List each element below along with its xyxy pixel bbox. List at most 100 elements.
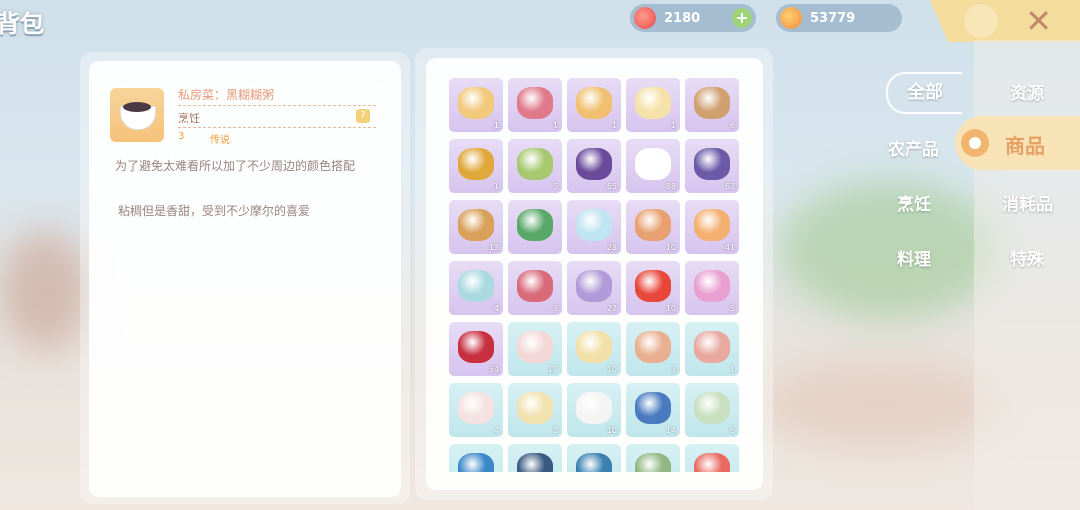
item-icon bbox=[694, 453, 730, 472]
inventory-slot[interactable]: 28 bbox=[567, 200, 621, 254]
tab-goods[interactable]: 商品 bbox=[955, 116, 1080, 170]
item-quantity: 63 bbox=[724, 182, 735, 191]
tab-special[interactable]: 特殊 bbox=[1010, 245, 1044, 270]
item-icon bbox=[458, 87, 494, 119]
help-icon[interactable]: ? bbox=[356, 109, 370, 123]
inventory-slot[interactable]: 27 bbox=[567, 261, 621, 315]
item-quantity: 41 bbox=[724, 243, 735, 252]
item-quantity: 6 bbox=[729, 426, 735, 435]
item-icon bbox=[458, 453, 494, 472]
inventory-slot[interactable]: 10 bbox=[567, 322, 621, 376]
goods-icon bbox=[961, 129, 989, 157]
tab-farm-products[interactable]: 农产品 bbox=[888, 135, 939, 160]
divider bbox=[178, 127, 376, 128]
item-quantity: 1 bbox=[670, 121, 676, 130]
inventory-slot[interactable]: 1 bbox=[449, 78, 503, 132]
item-quantity: 5 bbox=[729, 304, 735, 313]
inventory-slot[interactable]: 3 bbox=[626, 322, 680, 376]
item-quantity: 88 bbox=[665, 182, 676, 191]
inventory-slot[interactable]: 5 bbox=[685, 261, 739, 315]
item-icon bbox=[635, 209, 671, 241]
background-building bbox=[0, 230, 90, 350]
item-icon bbox=[694, 148, 730, 180]
currency-peach: 2180 + bbox=[630, 4, 756, 32]
inventory-slot[interactable]: 1 bbox=[449, 139, 503, 193]
tab-consumables[interactable]: 消耗品 bbox=[1002, 190, 1053, 215]
item-icon bbox=[576, 453, 612, 472]
inventory-slot[interactable]: 10 bbox=[626, 261, 680, 315]
item-quantity: 14 bbox=[665, 426, 676, 435]
item-icon bbox=[517, 392, 553, 424]
item-category: 烹饪 bbox=[178, 112, 200, 125]
porridge-icon bbox=[123, 102, 151, 112]
inventory-slot[interactable] bbox=[508, 200, 562, 254]
background-ground bbox=[760, 360, 1000, 450]
inventory-slot[interactable]: 1 bbox=[508, 78, 562, 132]
item-detail-icon bbox=[110, 88, 164, 142]
inventory-slot[interactable]: 54 bbox=[449, 322, 503, 376]
item-rarity: 传说 bbox=[210, 135, 230, 146]
item-quantity: 6 bbox=[729, 121, 735, 130]
item-icon bbox=[576, 87, 612, 119]
inventory-slot[interactable]: 41 bbox=[685, 200, 739, 254]
item-icon bbox=[576, 331, 612, 363]
inventory-slot[interactable]: 10 bbox=[567, 383, 621, 437]
item-quantity: 13 bbox=[488, 243, 499, 252]
inventory-slot[interactable]: 13 bbox=[449, 200, 503, 254]
inventory-slot[interactable] bbox=[449, 444, 503, 472]
inventory-slot[interactable]: 1 bbox=[567, 78, 621, 132]
inventory-slot[interactable]: 4 bbox=[449, 261, 503, 315]
currency-sausage-value: 53779 bbox=[810, 10, 856, 26]
inventory-slot[interactable]: 14 bbox=[626, 383, 680, 437]
item-icon bbox=[458, 148, 494, 180]
item-level: 3 bbox=[178, 131, 185, 142]
item-icon bbox=[635, 87, 671, 119]
item-icon bbox=[458, 392, 494, 424]
inventory-slot[interactable] bbox=[685, 444, 739, 472]
tab-resources[interactable]: 资源 bbox=[1010, 79, 1044, 104]
category-sidebar bbox=[974, 40, 1080, 510]
item-icon bbox=[517, 331, 553, 363]
item-icon bbox=[635, 392, 671, 424]
inventory-slot[interactable]: 4 bbox=[449, 383, 503, 437]
item-quantity: 10 bbox=[665, 304, 676, 313]
inventory-slot[interactable]: 3 bbox=[508, 261, 562, 315]
inventory-slot[interactable]: 17 bbox=[508, 322, 562, 376]
add-currency-button[interactable]: + bbox=[732, 8, 752, 28]
inventory-slot[interactable]: 88 bbox=[626, 139, 680, 193]
item-name: 私房菜：黑糊糊粥 bbox=[178, 88, 275, 102]
item-flavor-text: 粘稠但是香甜，受到不少摩尔的喜爱 bbox=[118, 204, 311, 218]
currency-sausage: 53779 bbox=[776, 4, 902, 32]
inventory-slot[interactable] bbox=[567, 444, 621, 472]
inventory-slot[interactable]: 1 bbox=[626, 78, 680, 132]
inventory-slot[interactable]: 63 bbox=[685, 139, 739, 193]
item-icon bbox=[458, 209, 494, 241]
tab-cooking[interactable]: 烹饪 bbox=[897, 190, 931, 215]
item-icon bbox=[517, 209, 553, 241]
background-tree bbox=[780, 180, 1000, 320]
tab-all[interactable]: 全部 bbox=[886, 72, 962, 114]
item-icon bbox=[576, 148, 612, 180]
item-quantity: 10 bbox=[606, 365, 617, 374]
inventory-slot[interactable]: 8 bbox=[508, 383, 562, 437]
inventory-slot[interactable]: 65 bbox=[567, 139, 621, 193]
item-icon bbox=[576, 270, 612, 302]
item-icon bbox=[694, 270, 730, 302]
inventory-slot[interactable]: 6 bbox=[685, 78, 739, 132]
item-description: 为了避免太难看所以加了不少周边的颜色搭配 bbox=[115, 159, 356, 173]
inventory-slot[interactable] bbox=[508, 444, 562, 472]
item-icon bbox=[517, 453, 553, 472]
inventory-slot[interactable]: 10 bbox=[626, 200, 680, 254]
item-icon bbox=[694, 209, 730, 241]
item-quantity: 65 bbox=[606, 182, 617, 191]
inventory-slot[interactable] bbox=[626, 444, 680, 472]
item-icon bbox=[458, 331, 494, 363]
inventory-slot[interactable]: 5 bbox=[508, 139, 562, 193]
item-quantity: 1 bbox=[552, 121, 558, 130]
close-button[interactable]: ✕ bbox=[1025, 2, 1052, 40]
item-quantity: 8 bbox=[552, 426, 558, 435]
tab-cuisine[interactable]: 料理 bbox=[897, 245, 931, 270]
close-tab bbox=[930, 0, 1080, 42]
inventory-slot[interactable]: 1 bbox=[685, 322, 739, 376]
inventory-slot[interactable]: 6 bbox=[685, 383, 739, 437]
